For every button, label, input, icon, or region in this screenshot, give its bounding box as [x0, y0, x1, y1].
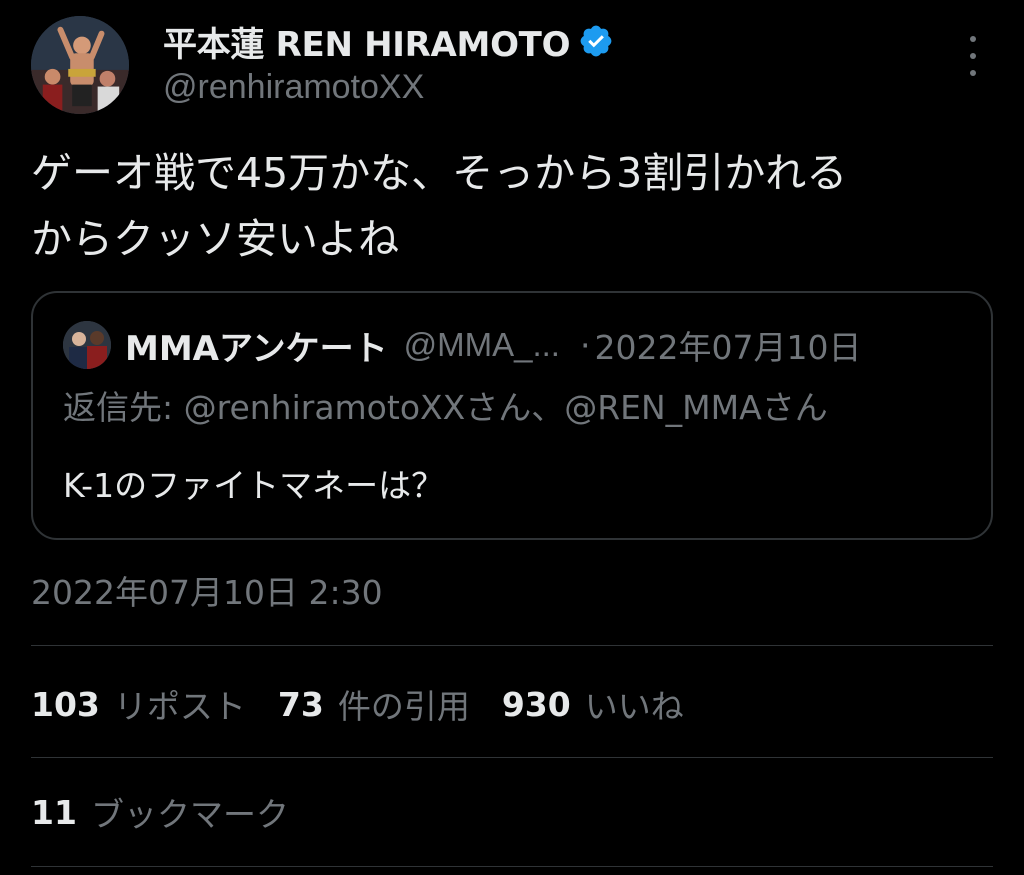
quoted-avatar-image	[63, 321, 111, 369]
separator-dot: ·	[579, 325, 591, 365]
divider	[31, 866, 993, 867]
quoted-header: MMAアンケート @MMA_... · 2022年07月10日	[125, 321, 861, 369]
quoted-handle[interactable]: @MMA_...	[404, 326, 560, 364]
quoted-display-name[interactable]: MMAアンケート	[125, 321, 388, 370]
quoted-text: K-1のファイトマネーは？	[63, 466, 445, 505]
quoted-tweet-card[interactable]: MMAアンケート @MMA_... · 2022年07月10日 返信先: @re…	[31, 291, 993, 540]
more-options-icon[interactable]	[958, 36, 988, 76]
verified-badge-icon[interactable]	[578, 23, 614, 59]
likes-count: 930	[501, 684, 571, 724]
likes-stat[interactable]: 930 いいね	[502, 680, 684, 728]
likes-label: いいね	[584, 687, 684, 726]
dot	[970, 53, 976, 59]
quotes-stat[interactable]: 73 件の引用	[278, 680, 470, 728]
reposts-count: 103	[31, 684, 100, 724]
bookmarks-label: ブックマーク	[90, 795, 289, 834]
reposts-stat[interactable]: 103 リポスト	[31, 680, 246, 728]
engagement-stats: 103 リポスト 73 件の引用 930 いいね	[31, 680, 716, 728]
author-avatar[interactable]	[31, 16, 129, 114]
bookmarks-count: 11	[31, 792, 77, 832]
bookmarks-stat[interactable]: 11 ブックマーク	[31, 788, 289, 836]
quoted-author-avatar[interactable]	[63, 321, 111, 369]
quoted-reply-to: 返信先: @renhiramotoXXさん、@REN_MMAさん	[63, 388, 828, 427]
tweet-text: ゲーオ戦で45万かな、そっから3割引かれる からクッソ安いよね	[31, 149, 848, 263]
author-display-name[interactable]: 平本蓮 REN HIRAMOTO	[163, 17, 570, 66]
divider	[31, 645, 993, 646]
avatar-image	[31, 16, 129, 114]
divider	[31, 757, 993, 758]
author-handle[interactable]: @renhiramotoXX	[163, 68, 424, 107]
dot	[970, 70, 976, 76]
reposts-label: リポスト	[113, 687, 246, 726]
quoted-date[interactable]: 2022年07月10日	[594, 321, 861, 369]
tweet-detail: 平本蓮 REN HIRAMOTO @renhiramotoXX ゲーオ戦で45万…	[0, 0, 1024, 875]
quotes-count: 73	[277, 684, 324, 724]
dot	[970, 36, 976, 42]
quotes-label: 件の引用	[337, 687, 470, 726]
tweet-timestamp[interactable]: 2022年07月10日 2:30	[31, 566, 383, 614]
author-name-row[interactable]: 平本蓮 REN HIRAMOTO	[163, 17, 614, 66]
